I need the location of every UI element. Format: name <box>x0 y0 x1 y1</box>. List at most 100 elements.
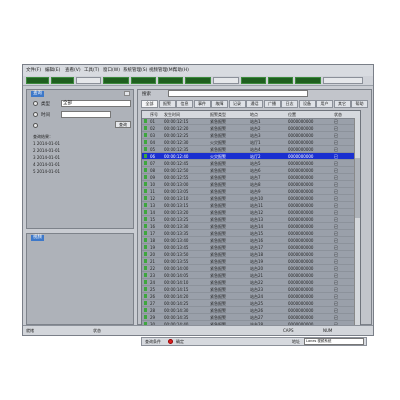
table-row[interactable]: 13 00:00:13:15 紧急报警 站台11 0000000000 已 <box>142 202 360 209</box>
table-row[interactable]: 14 00:00:13:20 紧急报警 站台12 0000000000 已 <box>142 209 360 216</box>
tab-12[interactable]: 帮助 <box>351 100 368 108</box>
table-row[interactable]: 27 00:00:14:25 紧急报警 站台25 0000000000 已 <box>142 300 360 307</box>
toolbar-button[interactable] <box>26 77 49 84</box>
status-flag-icon <box>144 175 147 179</box>
table-cell: 00:00:12:25 <box>164 133 189 138</box>
table-row[interactable]: 18 00:00:13:40 紧急报警 站台16 0000000000 已 <box>142 237 360 244</box>
table-row[interactable]: 11 00:00:13:05 紧急报警 站台9 0000000000 已 <box>142 188 360 195</box>
menu-item[interactable]: 视频管理(M) <box>149 67 174 73</box>
table-row[interactable]: 23 00:00:14:05 紧急报警 站台21 0000000000 已 <box>142 272 360 279</box>
status-segment: CAPS <box>283 328 294 333</box>
vertical-scrollbar[interactable] <box>354 118 360 334</box>
toolbar-button[interactable] <box>268 77 293 84</box>
tab-6[interactable]: 通话 <box>246 100 263 108</box>
menu-item[interactable]: 文件(F) <box>26 67 41 73</box>
table-row[interactable]: 28 00:00:14:30 紧急报警 站台26 0000000000 已 <box>142 307 360 314</box>
status-flag-icon <box>144 203 147 207</box>
radio-button[interactable] <box>33 112 38 117</box>
tab-4[interactable]: 故障 <box>211 100 228 108</box>
status-flag-icon <box>144 161 147 165</box>
pin-icon[interactable] <box>124 91 130 96</box>
tab-0[interactable]: 全部 <box>141 100 158 108</box>
table-row[interactable]: 15 00:00:13:25 紧急报警 站台13 0000000000 已 <box>142 216 360 223</box>
menu-item[interactable]: 工具(T) <box>84 67 99 73</box>
status-flag-icon <box>144 259 147 263</box>
menu-item[interactable]: 窗口(W) <box>103 67 120 73</box>
toolbar-button[interactable] <box>76 77 101 84</box>
status-flag-icon <box>144 280 147 284</box>
menu-item[interactable]: 编辑(E) <box>45 67 60 73</box>
toolbar-button[interactable] <box>241 77 266 84</box>
footer-mid-label[interactable]: 确定 <box>176 339 184 345</box>
table-row[interactable]: 10 00:00:13:00 紧急报警 站台8 0000000000 已 <box>142 181 360 188</box>
radio-button[interactable] <box>33 101 38 106</box>
tab-9[interactable]: 设备 <box>298 100 316 108</box>
type-field[interactable]: 全部 <box>61 100 131 107</box>
tab-7[interactable]: 广播 <box>263 100 281 108</box>
table-row[interactable]: 17 00:00:13:35 紧急报警 站台15 0000000000 已 <box>142 230 360 237</box>
status-flag-icon <box>144 315 147 319</box>
menu-item[interactable]: 系统管理(S) <box>123 67 147 73</box>
query-button[interactable]: 查询 <box>115 121 131 128</box>
status-flag-icon <box>144 224 147 228</box>
search-label: 搜索 <box>142 92 151 97</box>
table-cell: 00:00:13:15 <box>164 203 189 208</box>
toolbar-button[interactable] <box>103 77 129 84</box>
status-flag-icon <box>144 168 147 172</box>
alert-icon <box>168 339 173 344</box>
table-cell: 14 <box>150 210 156 215</box>
table-row[interactable]: 04 00:00:12:30 火灾报警 站厅1 0000000000 已 <box>142 139 360 146</box>
table-row[interactable]: 26 00:00:14:20 紧急报警 站台24 0000000000 已 <box>142 293 360 300</box>
toolbar-button[interactable] <box>51 77 74 84</box>
table-row[interactable]: 12 00:00:13:10 紧急报警 站台10 0000000000 已 <box>142 195 360 202</box>
table-row[interactable]: 01 00:00:12:15 紧急报警 站台1 0000000000 已 <box>142 118 360 125</box>
table-cell: 00:00:13:55 <box>164 259 189 264</box>
table-cell: 05 <box>150 147 156 152</box>
table-row[interactable]: 20 00:00:13:50 紧急报警 站台18 0000000000 已 <box>142 251 360 258</box>
table-row[interactable]: 02 00:00:12:20 紧急报警 站台2 0000000000 已 <box>142 125 360 132</box>
table-row[interactable]: 09 00:00:12:55 紧急报警 站台7 0000000000 已 <box>142 174 360 181</box>
table-row[interactable]: 29 00:00:14:35 紧急报警 站台27 0000000000 已 <box>142 314 360 321</box>
tab-3[interactable]: 事件 <box>193 100 211 108</box>
table-row[interactable]: 07 00:00:12:45 紧急报警 站台5 0000000000 已 <box>142 160 360 167</box>
table-row[interactable]: 19 00:00:13:45 紧急报警 站台17 0000000000 已 <box>142 244 360 251</box>
table-cell: 0000000000 <box>288 266 314 271</box>
tab-1[interactable]: 报警 <box>158 100 176 108</box>
menu-item[interactable]: 查看(V) <box>65 67 81 73</box>
table-row[interactable]: 05 00:00:12:35 紧急报警 站台4 0000000000 已 <box>142 146 360 153</box>
table-row[interactable]: 03 00:00:12:25 紧急报警 站台3 0000000000 已 <box>142 132 360 139</box>
address-field[interactable]: Lanes 视频系统 <box>304 338 364 345</box>
status-segment: NUM <box>323 328 333 333</box>
tab-8[interactable]: 日志 <box>281 100 298 108</box>
table-cell: 0000000000 <box>288 196 314 201</box>
tab-10[interactable]: 用户 <box>316 100 333 108</box>
table-cell: 00:00:14:20 <box>164 294 189 299</box>
table-cell: 0000000000 <box>288 245 314 250</box>
toolbar-button[interactable] <box>213 77 239 84</box>
table-row[interactable]: 22 00:00:14:00 紧急报警 站台20 0000000000 已 <box>142 265 360 272</box>
toolbar-button[interactable] <box>323 77 363 84</box>
toolbar-button[interactable] <box>185 77 211 84</box>
table-cell: 0000000000 <box>288 294 314 299</box>
time-field[interactable] <box>61 111 111 118</box>
table-row[interactable]: 06 00:00:12:40 火灾报警 站厅2 0000000000 已 <box>142 153 360 160</box>
table-row[interactable]: 16 00:00:13:30 紧急报警 站台14 0000000000 已 <box>142 223 360 230</box>
table-row[interactable]: 21 00:00:13:55 紧急报警 站台19 0000000000 已 <box>142 258 360 265</box>
table-row[interactable]: 08 00:00:12:50 紧急报警 站台6 0000000000 已 <box>142 167 360 174</box>
table-cell: 26 <box>150 294 156 299</box>
tab-11[interactable]: 其它 <box>333 100 351 108</box>
table-cell: 21 <box>150 259 156 264</box>
radio-button[interactable] <box>33 123 38 128</box>
toolbar-button[interactable] <box>295 77 321 84</box>
toolbar-button[interactable] <box>131 77 156 84</box>
scroll-thumb[interactable] <box>355 158 360 218</box>
tab-5[interactable]: 记录 <box>228 100 246 108</box>
table-cell: 0000000000 <box>288 126 314 131</box>
table-row[interactable]: 25 00:00:14:15 紧急报警 站台23 0000000000 已 <box>142 286 360 293</box>
search-input[interactable] <box>168 90 308 97</box>
menu-item[interactable]: 帮助(H) <box>173 67 189 73</box>
status-flag-icon <box>144 182 147 186</box>
toolbar-button[interactable] <box>158 77 183 84</box>
tab-2[interactable]: 信息 <box>176 100 193 108</box>
table-row[interactable]: 24 00:00:14:10 紧急报警 站台22 0000000000 已 <box>142 279 360 286</box>
